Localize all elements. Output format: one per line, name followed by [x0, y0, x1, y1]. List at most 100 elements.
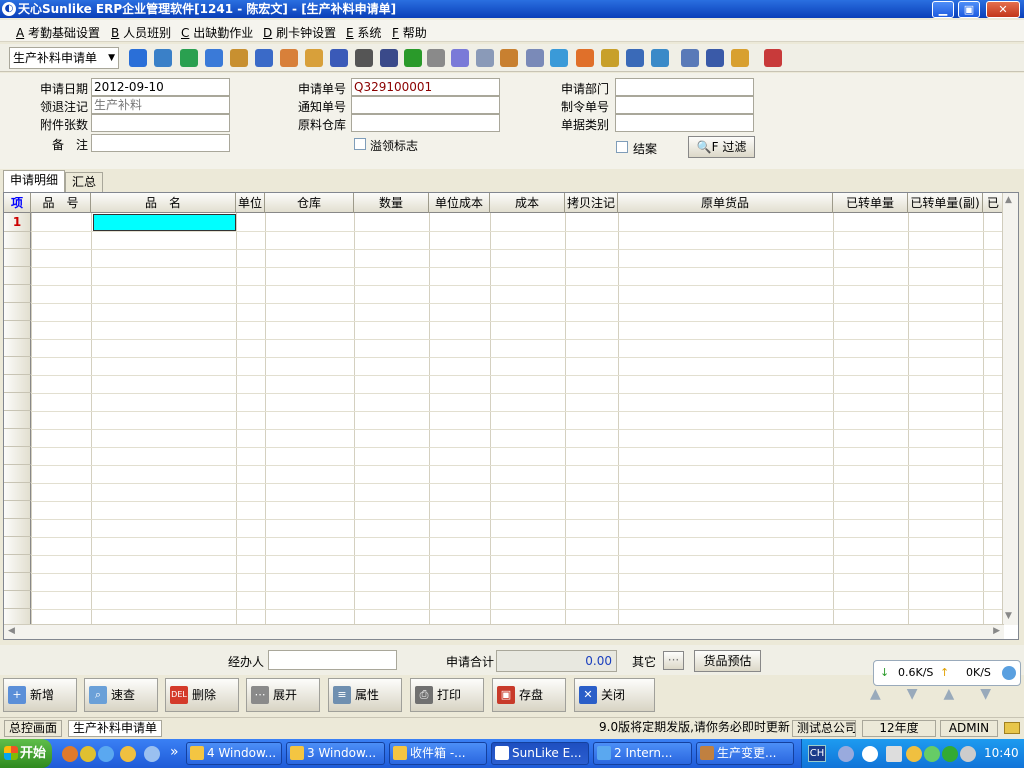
- filter-button[interactable]: 🔍F 过滤: [688, 136, 755, 158]
- close-icon[interactable]: [706, 49, 724, 67]
- archive-icon[interactable]: [500, 49, 518, 67]
- attach-field[interactable]: [91, 114, 230, 132]
- order-field[interactable]: [615, 96, 754, 114]
- col-source-goods[interactable]: 原单货品: [618, 193, 833, 213]
- task-internet[interactable]: 2 Intern...: [593, 742, 692, 765]
- row-header[interactable]: [4, 411, 31, 429]
- tray-clock-icon[interactable]: [906, 746, 922, 762]
- scroll-right-icon[interactable]: ▶: [993, 626, 1000, 636]
- user-icon[interactable]: [129, 49, 147, 67]
- speaker-icon[interactable]: [960, 746, 976, 762]
- closed-checkbox[interactable]: [616, 141, 628, 153]
- print-button[interactable]: ⎙ 打印: [410, 678, 484, 712]
- task-inbox[interactable]: 收件箱 -...: [389, 742, 487, 765]
- task-sunlike[interactable]: SunLike E...: [491, 742, 589, 765]
- help-icon[interactable]: [862, 746, 878, 762]
- handler-field[interactable]: [268, 650, 397, 670]
- minimize-button[interactable]: ▁: [932, 1, 954, 18]
- tray-icon-2[interactable]: [886, 746, 902, 762]
- cart-icon[interactable]: [427, 49, 445, 67]
- delete-button[interactable]: DEL 删除: [165, 678, 239, 712]
- row-header[interactable]: [4, 303, 31, 321]
- mail-icon[interactable]: [305, 49, 323, 67]
- menu-attendance-basics[interactable]: A 考勤基础设置: [16, 24, 100, 41]
- active-cell[interactable]: [93, 214, 236, 231]
- home-lock-icon[interactable]: [205, 49, 223, 67]
- row-header[interactable]: [4, 573, 31, 591]
- row-header[interactable]: [4, 501, 31, 519]
- estimate-button[interactable]: 货品预估: [694, 650, 761, 672]
- menu-attendance-ops[interactable]: C 出缺勤作业: [181, 24, 253, 41]
- properties-button[interactable]: ≡ 属性: [328, 678, 402, 712]
- check-icon[interactable]: [550, 49, 568, 67]
- row-header[interactable]: [4, 393, 31, 411]
- chevron-more-icon[interactable]: »: [170, 744, 179, 760]
- menu-clock-settings[interactable]: D 刷卡钟设置: [263, 24, 336, 41]
- record-nav-arrows[interactable]: ▲▼▲▼: [870, 686, 1020, 706]
- row-header[interactable]: [4, 267, 31, 285]
- col-warehouse[interactable]: 仓库: [265, 193, 354, 213]
- col-unit-cost[interactable]: 单位成本: [429, 193, 490, 213]
- note-field[interactable]: [91, 134, 230, 152]
- col-quantity[interactable]: 数量: [354, 193, 429, 213]
- notice-field[interactable]: [351, 96, 500, 114]
- status-current-doc[interactable]: 生产补料申请单: [68, 720, 162, 737]
- tray-icon-1[interactable]: [838, 746, 854, 762]
- col-item-name[interactable]: 品 名: [91, 193, 236, 213]
- tray-icon-3[interactable]: [924, 746, 940, 762]
- overflow-checkbox[interactable]: [354, 138, 366, 150]
- close-window-button[interactable]: ✕: [986, 1, 1020, 18]
- remark-field[interactable]: 生产补料: [91, 96, 230, 114]
- ie-icon[interactable]: [98, 746, 114, 762]
- row-header[interactable]: [4, 591, 31, 609]
- copy-icon[interactable]: [526, 49, 544, 67]
- detail-grid[interactable]: 项 品 号 品 名 单位 仓库 数量 单位成本 成本 拷贝注记 原单货品 已转单…: [3, 192, 1019, 640]
- col-index[interactable]: 项: [4, 193, 31, 213]
- mail-icon[interactable]: [1004, 722, 1020, 734]
- scroll-up-icon[interactable]: ▲: [1005, 195, 1012, 205]
- exit-icon[interactable]: [764, 49, 782, 67]
- row-header[interactable]: [4, 249, 31, 267]
- row-header[interactable]: [4, 285, 31, 303]
- row-header[interactable]: [4, 537, 31, 555]
- tab-detail[interactable]: 申请明细: [3, 170, 65, 192]
- quicklaunch-icon-3[interactable]: [144, 746, 160, 762]
- col-item-no[interactable]: 品 号: [31, 193, 91, 213]
- col-copy-mark[interactable]: 拷贝注记: [565, 193, 618, 213]
- new-button[interactable]: + 新增: [3, 678, 77, 712]
- tree-icon[interactable]: [601, 49, 619, 67]
- maximize-button[interactable]: ▣: [958, 1, 980, 18]
- expand-button[interactable]: ⋯ 展开: [246, 678, 320, 712]
- start-button[interactable]: 开始: [0, 739, 52, 768]
- status-main-screen[interactable]: 总控画面: [4, 720, 62, 737]
- row-header[interactable]: [4, 519, 31, 537]
- menu-system[interactable]: E 系统: [346, 24, 381, 41]
- menu-shifts[interactable]: B 人员班别: [111, 24, 171, 41]
- bookmark-icon[interactable]: [330, 49, 348, 67]
- dept-field[interactable]: [615, 78, 754, 96]
- scroll-left-icon[interactable]: ◀: [8, 626, 15, 636]
- lang-indicator[interactable]: CH: [808, 745, 826, 762]
- dollar-icon[interactable]: [404, 49, 422, 67]
- window-icon[interactable]: [681, 49, 699, 67]
- apply-no-field[interactable]: Q329100001: [351, 78, 500, 96]
- save-button[interactable]: ▣ 存盘: [492, 678, 566, 712]
- people-icon[interactable]: [280, 49, 298, 67]
- refresh-icon[interactable]: [451, 49, 469, 67]
- row-header[interactable]: [4, 555, 31, 573]
- close-button[interactable]: ✕ 关闭: [574, 678, 655, 712]
- row-header[interactable]: [4, 447, 31, 465]
- flame-icon[interactable]: [576, 49, 594, 67]
- row-header[interactable]: [4, 339, 31, 357]
- col-cost[interactable]: 成本: [490, 193, 565, 213]
- menu-help[interactable]: F 帮助: [392, 24, 427, 41]
- col-more[interactable]: 已: [983, 193, 1004, 213]
- task-windows-3[interactable]: 3 Window...: [286, 742, 385, 765]
- row-header[interactable]: [4, 375, 31, 393]
- tile-icon[interactable]: [731, 49, 749, 67]
- apply-date-field[interactable]: 2012-09-10: [91, 78, 230, 96]
- network-icon[interactable]: [1002, 666, 1016, 680]
- row-header[interactable]: [4, 483, 31, 501]
- phone-icon[interactable]: [180, 49, 198, 67]
- col-transferred-sub[interactable]: 已转单量(副): [908, 193, 983, 213]
